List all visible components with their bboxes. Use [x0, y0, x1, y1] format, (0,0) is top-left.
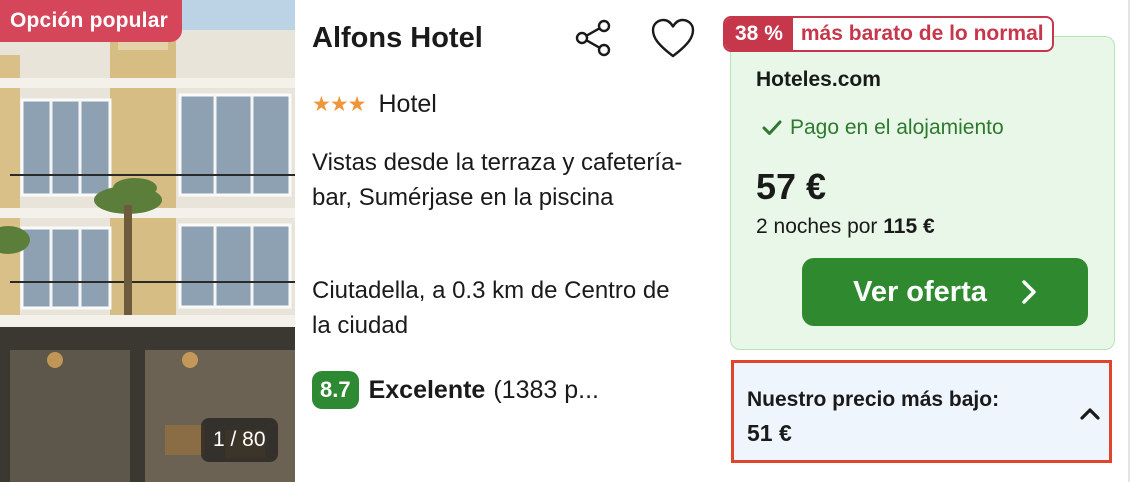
chevron-up-icon	[1080, 408, 1100, 420]
view-offer-button[interactable]: Ver oferta	[802, 258, 1088, 326]
lowest-price-toggle[interactable]: Nuestro precio más bajo: 51 €	[731, 360, 1112, 463]
hotel-description: Vistas desde la terraza y cafetería-bar,…	[312, 149, 683, 211]
discount-percent: 38 %	[725, 18, 793, 50]
view-offer-label: Ver oferta	[853, 275, 987, 308]
photo-counter: 1 / 80	[201, 418, 278, 462]
discount-text: más barato de lo normal	[800, 22, 1044, 45]
hotel-result-card[interactable]: Opción popular 1 / 80 Alfons Hotel ★★★ H…	[0, 0, 1130, 482]
rating-score-badge: 8.7	[312, 371, 359, 409]
favorite-button[interactable]	[651, 18, 695, 60]
accommodation-type: Hotel	[378, 89, 437, 118]
review-count: (1383 p...	[493, 375, 599, 404]
payment-label: Pago en el alojamiento	[790, 116, 1004, 139]
lowest-price-value: 51 €	[747, 420, 792, 446]
check-icon	[762, 120, 782, 135]
hotel-photo[interactable]: Opción popular 1 / 80	[0, 0, 295, 482]
deal-price: 57 €	[756, 166, 827, 207]
heart-icon	[651, 18, 695, 58]
provider-name: Hoteles.com	[756, 68, 881, 91]
chevron-right-icon	[1022, 280, 1036, 304]
discount-badge: 38 % más barato de lo normal	[723, 16, 1054, 52]
nights-total-price: 115 €	[883, 215, 935, 238]
hotel-location: Ciutadella, a 0.3 km de Centro de la ciu…	[312, 277, 670, 339]
payment-info: Pago en el alojamiento	[762, 116, 1004, 140]
rating-row[interactable]: 8.7 Excelente (1383 p...	[312, 370, 599, 410]
hotel-name[interactable]: Alfons Hotel	[312, 22, 483, 55]
lowest-price-label: Nuestro precio más bajo:	[747, 388, 1000, 411]
share-icon	[575, 19, 611, 57]
star-rating-icon: ★★★	[312, 92, 366, 116]
popular-badge: Opción popular	[0, 0, 182, 42]
hotel-info: Alfons Hotel ★★★ Hotel Vistas desde la t	[312, 0, 712, 482]
nights-total: 2 noches por 115 €	[756, 215, 935, 239]
stars-row: ★★★ Hotel	[312, 88, 437, 120]
nights-prefix: 2 noches por	[756, 215, 878, 238]
share-button[interactable]	[574, 18, 614, 58]
rating-label: Excelente	[368, 375, 486, 404]
hotel-photo-image	[0, 0, 295, 482]
